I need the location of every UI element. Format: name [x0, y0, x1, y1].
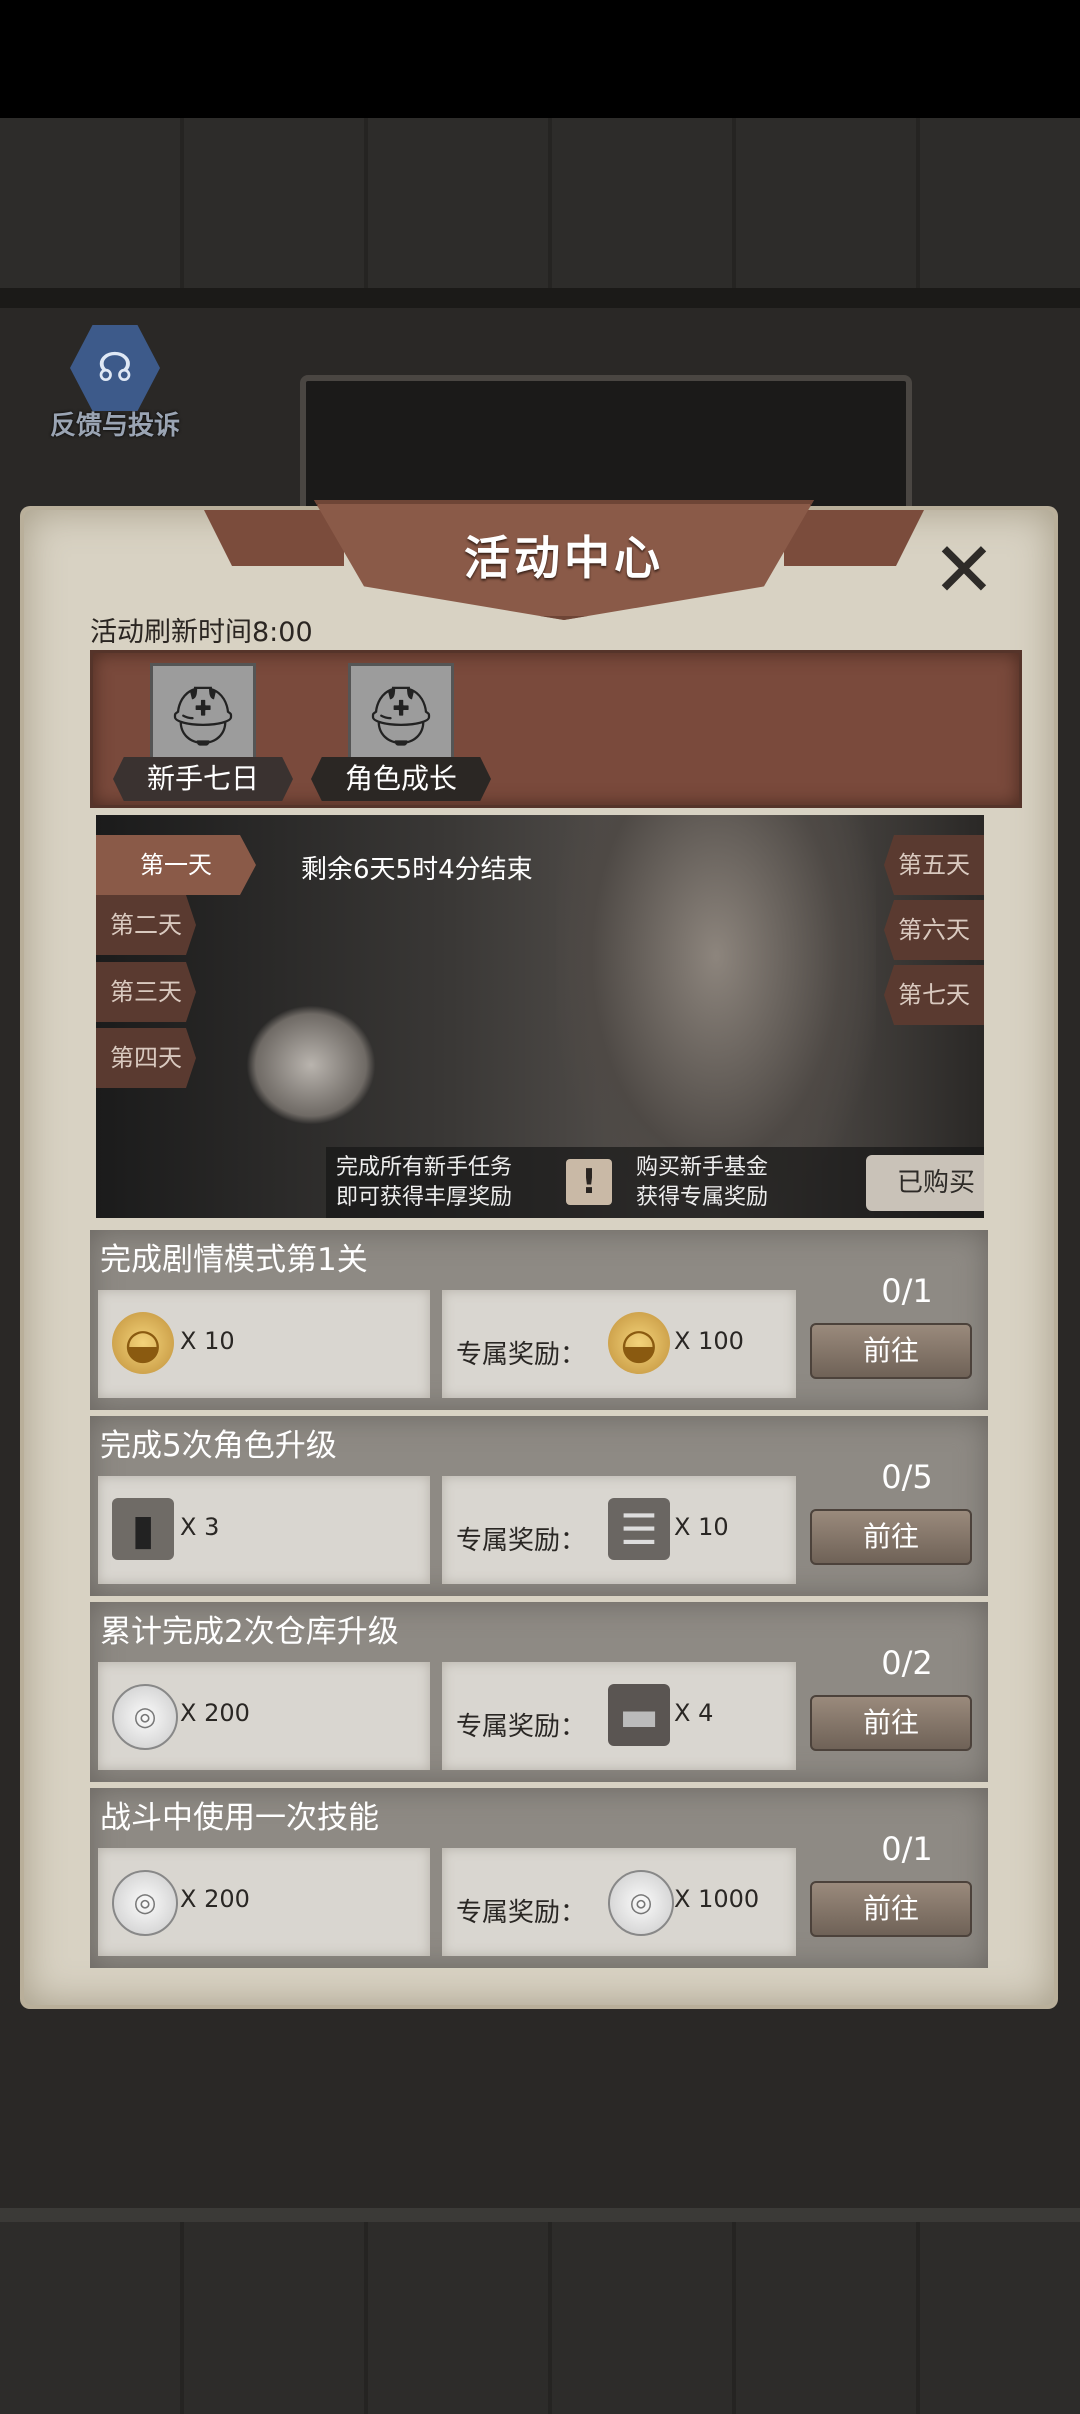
- wood-background-top: [0, 118, 1080, 322]
- shell-icon: ◒: [608, 1312, 670, 1374]
- quest-title: 完成5次角色升级: [100, 1428, 337, 1464]
- activity-tabs: ⛑ 新手七日 ⛑ 角色成长: [90, 650, 1022, 808]
- day-tab-5[interactable]: 第五天: [884, 835, 984, 895]
- feedback-button[interactable]: ☊ 反馈与投诉: [30, 325, 200, 442]
- base-reward: ◎ X 200: [98, 1662, 430, 1770]
- quest-progress: 0/2: [881, 1644, 933, 1682]
- reward-quantity: X 3: [180, 1513, 220, 1541]
- tasks-info: 完成所有新手任务 即可获得丰厚奖励: [336, 1155, 513, 1210]
- purchased-button[interactable]: 已购买: [866, 1155, 984, 1211]
- quest-progress: 0/1: [881, 1830, 933, 1868]
- wood-background-bottom: [0, 2208, 1080, 2414]
- headset-icon: ☊: [70, 325, 160, 411]
- info-alert-button[interactable]: !: [566, 1159, 612, 1205]
- reward-quantity: X 10: [674, 1513, 729, 1541]
- hero-info-bar: 完成所有新手任务 即可获得丰厚奖励 ! 购买新手基金 获得专属奖励 已购买: [326, 1147, 984, 1218]
- books-stack-icon: ☰: [608, 1498, 670, 1560]
- day-tab-6[interactable]: 第六天: [884, 900, 984, 960]
- tab-character-growth[interactable]: ⛑ 角色成长: [311, 663, 491, 803]
- dialog-title: 活动中心: [464, 531, 664, 585]
- tab-label: 新手七日: [113, 757, 293, 801]
- base-reward: ◎ X 200: [98, 1848, 430, 1956]
- quest-progress: 0/5: [881, 1458, 933, 1496]
- helmet-icon: ⛑: [150, 663, 256, 769]
- quest-row: 战斗中使用一次技能 ◎ X 200 专属奖励： ◎ X 1000 0/1 前往: [90, 1788, 988, 1968]
- quest-title: 累计完成2次仓库升级: [100, 1614, 399, 1650]
- reward-quantity: X 4: [674, 1699, 714, 1727]
- coin-icon: ◎: [608, 1870, 674, 1936]
- tab-newbie-seven-days[interactable]: ⛑ 新手七日: [113, 663, 293, 803]
- tab-label: 角色成长: [311, 757, 491, 801]
- quest-title: 完成剧情模式第1关: [100, 1242, 368, 1278]
- wood-plank-icon: ▬: [608, 1684, 670, 1746]
- reward-quantity: X 200: [180, 1699, 250, 1727]
- coin-icon: ◎: [112, 1684, 178, 1750]
- special-reward-label: 专属奖励：: [456, 1340, 587, 1370]
- go-button[interactable]: 前往: [810, 1695, 972, 1751]
- activity-center-dialog: 活动中心 ✕ 活动刷新时间8:00 ⛑ 新手七日 ⛑ 角色成长 第一天 第二天 …: [24, 500, 1054, 2005]
- special-reward: 专属奖励： ☰ X 10: [442, 1476, 796, 1584]
- day-tab-4[interactable]: 第四天: [96, 1028, 196, 1088]
- close-icon: ✕: [932, 525, 996, 614]
- refresh-time-label: 活动刷新时间8:00: [90, 617, 313, 648]
- fox-image: [246, 1005, 376, 1125]
- reward-quantity: X 10: [180, 1327, 235, 1355]
- book-icon: ▮: [112, 1498, 174, 1560]
- status-bar: [0, 0, 1080, 118]
- reward-quantity: X 200: [180, 1885, 250, 1913]
- base-reward: ◒ X 10: [98, 1290, 430, 1398]
- coin-icon: ◎: [112, 1870, 178, 1936]
- quest-row: 累计完成2次仓库升级 ◎ X 200 专属奖励： ▬ X 4 0/2 前往: [90, 1602, 988, 1782]
- go-button[interactable]: 前往: [810, 1509, 972, 1565]
- quest-row: 完成剧情模式第1关 ◒ X 10 专属奖励： ◒ X 100 0/1 前往: [90, 1230, 988, 1410]
- quest-progress: 0/1: [881, 1272, 933, 1310]
- special-reward-label: 专属奖励：: [456, 1712, 587, 1742]
- quest-title: 战斗中使用一次技能: [100, 1800, 379, 1836]
- special-reward-label: 专属奖励：: [456, 1898, 587, 1928]
- go-button[interactable]: 前往: [810, 1881, 972, 1937]
- fund-info: 购买新手基金 获得专属奖励: [636, 1155, 769, 1210]
- special-reward: 专属奖励： ◒ X 100: [442, 1290, 796, 1398]
- special-reward-label: 专属奖励：: [456, 1526, 587, 1556]
- countdown-text: 剩余6天5时4分结束: [301, 855, 533, 885]
- helmet-icon: ⛑: [348, 663, 454, 769]
- quest-row: 完成5次角色升级 ▮ X 3 专属奖励： ☰ X 10 0/5 前往: [90, 1416, 988, 1596]
- special-reward: 专属奖励： ▬ X 4: [442, 1662, 796, 1770]
- newbie-hero-banner: 第一天 第二天 第三天 第四天 第五天 第六天 第七天 剩余6天5时4分结束 完…: [96, 815, 984, 1218]
- go-button[interactable]: 前往: [810, 1323, 972, 1379]
- shell-icon: ◒: [112, 1312, 174, 1374]
- reward-quantity: X 100: [674, 1327, 744, 1355]
- day-tab-7[interactable]: 第七天: [884, 965, 984, 1025]
- day-tab-1[interactable]: 第一天: [96, 835, 256, 895]
- day-tab-2[interactable]: 第二天: [96, 895, 196, 955]
- close-button[interactable]: ✕: [929, 532, 999, 608]
- base-reward: ▮ X 3: [98, 1476, 430, 1584]
- day-tab-3[interactable]: 第三天: [96, 962, 196, 1022]
- special-reward: 专属奖励： ◎ X 1000: [442, 1848, 796, 1956]
- reward-quantity: X 1000: [674, 1885, 760, 1913]
